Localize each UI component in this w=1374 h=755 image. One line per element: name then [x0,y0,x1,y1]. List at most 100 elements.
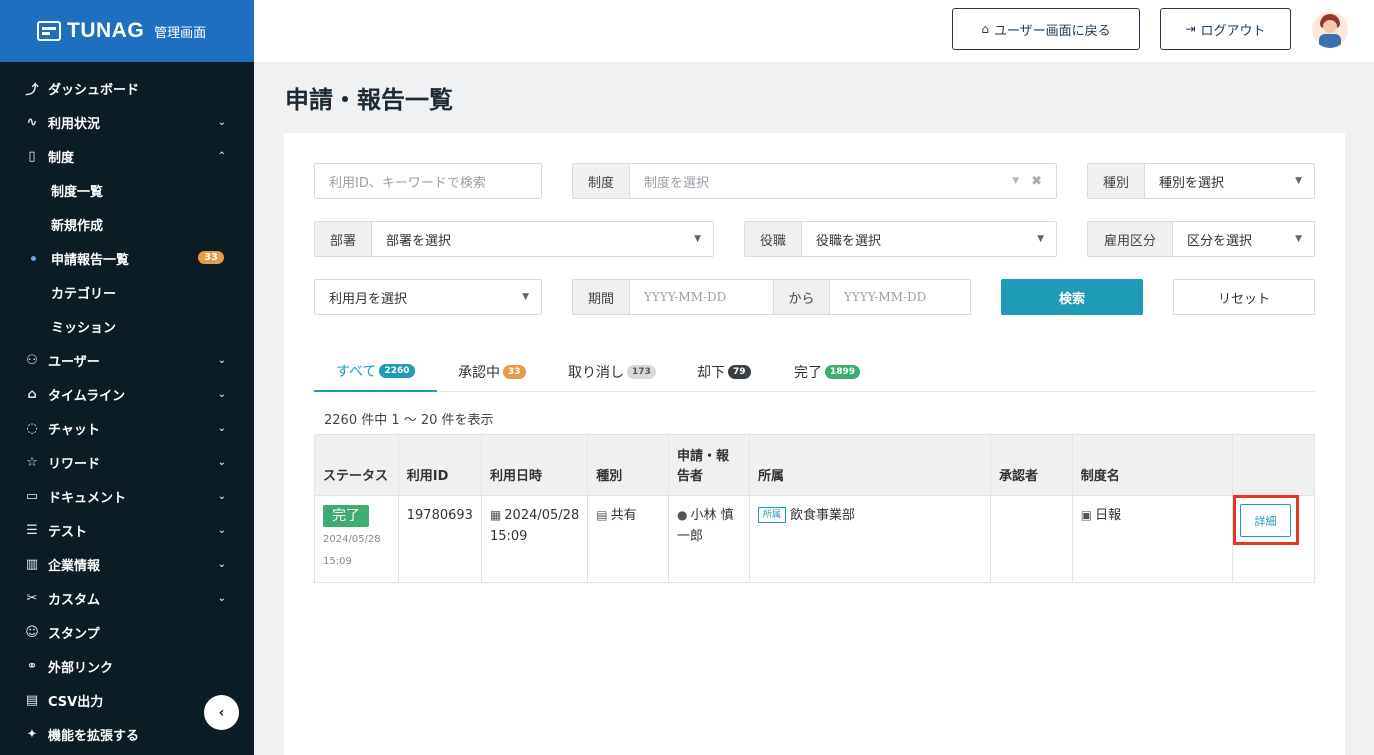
tab-count-badge: 79 [728,365,751,379]
tab-completed[interactable]: 完了 1899 [794,352,861,392]
sidebar-item-chat[interactable]: ◌ チャット ⌄ [0,411,254,445]
chart-line-icon: ⤴ [25,82,39,98]
sidebar-item-stamp[interactable]: ☺ スタンプ [0,615,254,649]
user-screen-button[interactable]: ⌂ ユーザー画面に戻る [952,8,1140,50]
tab-rejected[interactable]: 却下 79 [697,352,751,392]
system-label: 制度 [573,164,630,198]
logout-button[interactable]: ⇥ ログアウト [1160,8,1291,50]
cell-applicant: ● 小林 慎一郎 [667,495,751,583]
clear-icon[interactable]: ✖ [1031,174,1042,189]
building-icon: ▥ [25,556,39,572]
department-select[interactable]: 部署 部署を選択 ▼ [314,221,714,257]
sidebar-item-system[interactable]: ▯ 制度 ⌃ [0,139,254,173]
sidebar-subitem-new[interactable]: 新規作成 [0,207,254,241]
type-value: 共有 [610,508,637,523]
search-button[interactable]: 検索 [1001,279,1143,315]
sidebar-item-label: リワード [48,456,101,472]
chevron-down-icon: ▼ [522,292,529,302]
sidebar-item-label: CSV出力 [48,694,104,710]
position-select[interactable]: 役職 役職を選択 ▼ [744,221,1057,257]
top-bar: ⌂ ユーザー画面に戻る ⇥ ログアウト [254,0,1374,62]
status-badge: 完了 [323,505,369,527]
tab-cancelled[interactable]: 取り消し 173 [568,352,656,392]
chevron-down-icon: ▼ [1037,234,1044,244]
sidebar-subitem-system-list[interactable]: 制度一覧 [0,173,254,207]
sidebar-item-test[interactable]: ☰ テスト ⌄ [0,513,254,547]
tab-all[interactable]: すべて 2260 [314,352,437,392]
cell-status: 完了 2024/05/28 15:09 [314,495,399,583]
logout-button-label: ログアウト [1200,23,1266,39]
month-select[interactable]: 利用月を選択 ▼ [314,279,542,315]
system-name-value: 日報 [1095,508,1122,523]
tools-icon: ✂ [26,590,38,606]
sidebar-item-label: 企業情報 [48,558,101,574]
sidebar-item-label: ダッシュボード [48,82,140,98]
chevron-down-icon: ▼ [694,234,701,244]
detail-button[interactable]: 詳細 [1240,504,1291,537]
tab-count-badge: 173 [627,365,656,379]
column-header-applicant[interactable]: 申請・報告者 [667,434,751,496]
column-header-type[interactable]: 種別 [587,434,669,496]
tab-label: すべて [336,364,377,380]
star-icon: ☆ [26,454,38,470]
sidebar-item-users[interactable]: ⚇ ユーザー ⌄ [0,343,254,377]
type-select[interactable]: 種別 種別を選択 ▼ [1087,163,1315,199]
system-select[interactable]: 制度 制度を選択 ▼ ✖ [572,163,1057,199]
tab-pending[interactable]: 承認中 33 [458,352,526,392]
type-placeholder: 種別を選択 [1159,175,1225,191]
column-header-approver[interactable]: 承認者 [990,434,1073,496]
brand-header[interactable]: TUNAG 管理画面 [0,0,254,62]
sidebar-item-label: スタンプ [48,626,100,642]
sidebar-subitem-mission[interactable]: ミッション [0,309,254,343]
reset-button[interactable]: リセット [1173,279,1315,315]
department-label: 部署 [315,222,372,256]
avatar[interactable] [1312,12,1348,48]
position-placeholder: 役職を選択 [816,233,882,249]
status-time: 2024/05/28 15:09 [323,534,381,567]
period-kara-label: から [773,280,830,314]
cell-approver [990,495,1073,583]
sidebar-item-reward[interactable]: ☆ リワード ⌄ [0,445,254,479]
sidebar-item-custom[interactable]: ✂ カスタム ⌄ [0,581,254,615]
column-header-id[interactable]: 利用ID [397,434,482,496]
folder-icon: ▭ [25,488,39,504]
column-header-datetime[interactable]: 利用日時 [480,434,589,496]
sidebar-subitem-category[interactable]: カテゴリー [0,275,254,309]
sidebar-item-timeline[interactable]: ⌂ タイムライン ⌄ [0,377,254,411]
home-icon: ⌂ [981,22,989,36]
keyword-search-input[interactable]: 利用ID、キーワードで検索 [314,163,542,199]
sidebar-collapse-button[interactable]: ‹ [204,695,239,730]
sidebar-item-company[interactable]: ▥ 企業情報 ⌄ [0,547,254,581]
tab-label: 完了 [794,365,822,381]
sidebar-item-label: 申請報告一覧 [51,252,130,268]
cell-system-name: ▣ 日報 [1071,495,1233,583]
department-placeholder: 部署を選択 [386,233,452,249]
document-icon: ▤ [596,508,608,522]
column-header-department[interactable]: 所属 [749,434,992,496]
chevron-down-icon: ⌄ [217,490,226,502]
pulse-icon: ∿ [26,114,38,130]
home-icon: ⌂ [27,386,37,402]
cell-type: ▤ 共有 [587,495,669,583]
employment-select[interactable]: 雇用区分 区分を選択 ▼ [1087,221,1315,257]
table-header-row: ステータス 利用ID 利用日時 種別 申請・報告者 所属 承認者 制度名 [314,434,1316,496]
link-icon: ⚭ [26,658,38,674]
sidebar-item-usage[interactable]: ∿ 利用状況 ⌄ [0,105,254,139]
sidebar-item-document[interactable]: ▭ ドキュメント ⌄ [0,479,254,513]
sidebar-item-label: カスタム [48,592,101,608]
chevron-down-icon: ⌄ [217,558,226,570]
table-icon: ▤ [25,692,39,708]
sidebar-item-external-link[interactable]: ⚭ 外部リンク [0,649,254,683]
column-header-status[interactable]: ステータス [314,434,399,496]
column-header-system-name[interactable]: 制度名 [1071,434,1233,496]
chevron-down-icon: ⌄ [217,456,226,468]
sidebar-item-dashboard[interactable]: ⤴ ダッシュボード [0,71,254,105]
period-to-input[interactable]: YYYY-MM-DD [830,290,970,304]
chevron-down-icon: ▼ [1012,176,1020,186]
month-placeholder: 利用月を選択 [329,291,408,307]
tab-label: 却下 [697,365,725,381]
period-from-input[interactable]: YYYY-MM-DD [630,290,773,304]
cell-datetime: ▦ 2024/05/28 15:09 [480,495,589,583]
sidebar-subitem-requests[interactable]: 申請報告一覧 33 [0,241,254,275]
tab-label: 取り消し [568,365,624,381]
